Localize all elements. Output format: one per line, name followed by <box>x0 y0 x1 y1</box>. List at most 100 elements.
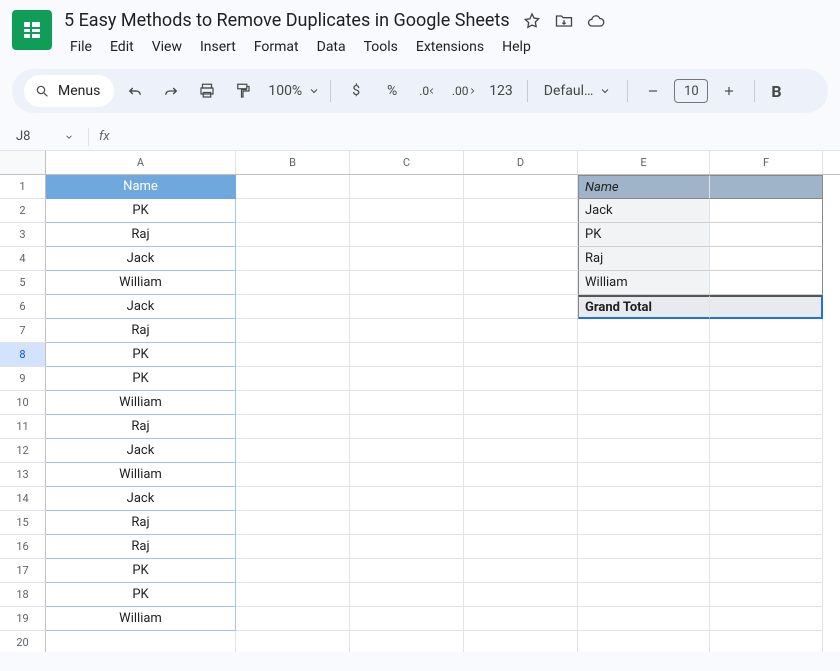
cell-A15[interactable]: Raj <box>46 511 236 535</box>
bold-button[interactable]: B <box>765 82 787 101</box>
cell-A10[interactable]: William <box>46 391 236 415</box>
cloud-status-icon[interactable] <box>586 11 606 31</box>
cell-F10[interactable] <box>710 391 823 415</box>
cell-C12[interactable] <box>350 439 464 463</box>
cell-E15[interactable] <box>578 511 710 535</box>
cell-E4[interactable]: Raj <box>578 247 710 271</box>
cell-D20[interactable] <box>464 631 578 652</box>
cell-E3[interactable]: PK <box>578 223 710 247</box>
cell-F1[interactable] <box>710 175 823 199</box>
search-menus-button[interactable]: Menus <box>24 75 114 107</box>
row-header[interactable]: 7 <box>0 319 46 343</box>
cell-F2[interactable] <box>710 199 823 223</box>
cell-E12[interactable] <box>578 439 710 463</box>
cell-B1[interactable] <box>236 175 350 199</box>
cell-D15[interactable] <box>464 511 578 535</box>
cell-D13[interactable] <box>464 463 578 487</box>
cell-A1-header[interactable]: Name <box>46 175 236 199</box>
cell-E14[interactable] <box>578 487 710 511</box>
cell-E1[interactable]: Name <box>578 175 710 199</box>
col-header-F[interactable]: F <box>710 151 823 174</box>
cell-A14[interactable]: Jack <box>46 487 236 511</box>
zoom-selector[interactable]: 100% <box>264 83 320 99</box>
row-header[interactable]: 16 <box>0 535 46 559</box>
cell-A4[interactable]: Jack <box>46 247 236 271</box>
cell-A17[interactable]: PK <box>46 559 236 583</box>
cell-A8[interactable]: PK <box>46 343 236 367</box>
cell-D12[interactable] <box>464 439 578 463</box>
cell-F14[interactable] <box>710 487 823 511</box>
row-header[interactable]: 2 <box>0 199 46 223</box>
row-header[interactable]: 17 <box>0 559 46 583</box>
menu-extensions[interactable]: Extensions <box>408 35 492 59</box>
select-all-corner[interactable] <box>0 151 46 174</box>
cell-E10[interactable] <box>578 391 710 415</box>
cell-D5[interactable] <box>464 271 578 295</box>
cell-B3[interactable] <box>236 223 350 247</box>
cell-C1[interactable] <box>350 175 464 199</box>
row-header[interactable]: 10 <box>0 391 46 415</box>
col-header-B[interactable]: B <box>236 151 350 174</box>
paint-format-button[interactable] <box>228 76 258 106</box>
cell-E16[interactable] <box>578 535 710 559</box>
row-header[interactable]: 14 <box>0 487 46 511</box>
row-header[interactable]: 6 <box>0 295 46 319</box>
cell-F13[interactable] <box>710 463 823 487</box>
cell-F16[interactable] <box>710 535 823 559</box>
cell-A12[interactable]: Jack <box>46 439 236 463</box>
cell-B2[interactable] <box>236 199 350 223</box>
row-header[interactable]: 13 <box>0 463 46 487</box>
row-header[interactable]: 3 <box>0 223 46 247</box>
cell-C2[interactable] <box>350 199 464 223</box>
cell-D4[interactable] <box>464 247 578 271</box>
cell-B10[interactable] <box>236 391 350 415</box>
cell-A19[interactable]: William <box>46 607 236 631</box>
row-header[interactable]: 1 <box>0 175 46 199</box>
cell-B16[interactable] <box>236 535 350 559</box>
print-button[interactable] <box>192 76 222 106</box>
cell-F5[interactable] <box>710 271 823 295</box>
move-to-folder-icon[interactable] <box>554 11 574 31</box>
row-header[interactable]: 15 <box>0 511 46 535</box>
undo-button[interactable] <box>120 76 150 106</box>
cell-E8[interactable] <box>578 343 710 367</box>
row-header[interactable]: 20 <box>0 631 46 652</box>
cell-E17[interactable] <box>578 559 710 583</box>
cell-D1[interactable] <box>464 175 578 199</box>
menu-help[interactable]: Help <box>494 35 539 59</box>
cell-C15[interactable] <box>350 511 464 535</box>
cell-F4[interactable] <box>710 247 823 271</box>
cell-D7[interactable] <box>464 319 578 343</box>
cell-B11[interactable] <box>236 415 350 439</box>
cell-D2[interactable] <box>464 199 578 223</box>
menu-insert[interactable]: Insert <box>192 35 244 59</box>
cell-F9[interactable] <box>710 367 823 391</box>
col-header-C[interactable]: C <box>350 151 464 174</box>
increase-font-size-button[interactable] <box>714 76 744 106</box>
row-header[interactable]: 4 <box>0 247 46 271</box>
cell-B17[interactable] <box>236 559 350 583</box>
cell-D10[interactable] <box>464 391 578 415</box>
col-header-E[interactable]: E <box>578 151 710 174</box>
cell-E13[interactable] <box>578 463 710 487</box>
cell-A7[interactable]: Raj <box>46 319 236 343</box>
cell-C4[interactable] <box>350 247 464 271</box>
cell-B5[interactable] <box>236 271 350 295</box>
cell-F15[interactable] <box>710 511 823 535</box>
cell-E19[interactable] <box>578 607 710 631</box>
cell-A5[interactable]: William <box>46 271 236 295</box>
cell-A16[interactable]: Raj <box>46 535 236 559</box>
row-header[interactable]: 18 <box>0 583 46 607</box>
cell-E2[interactable]: Jack <box>578 199 710 223</box>
menu-format[interactable]: Format <box>246 35 307 59</box>
row-header[interactable]: 19 <box>0 607 46 631</box>
cell-C8[interactable] <box>350 343 464 367</box>
cell-F11[interactable] <box>710 415 823 439</box>
cell-B15[interactable] <box>236 511 350 535</box>
row-header[interactable]: 5 <box>0 271 46 295</box>
cell-D19[interactable] <box>464 607 578 631</box>
cell-C11[interactable] <box>350 415 464 439</box>
cell-E9[interactable] <box>578 367 710 391</box>
menu-tools[interactable]: Tools <box>356 35 406 59</box>
currency-button[interactable]: $ <box>341 76 371 106</box>
